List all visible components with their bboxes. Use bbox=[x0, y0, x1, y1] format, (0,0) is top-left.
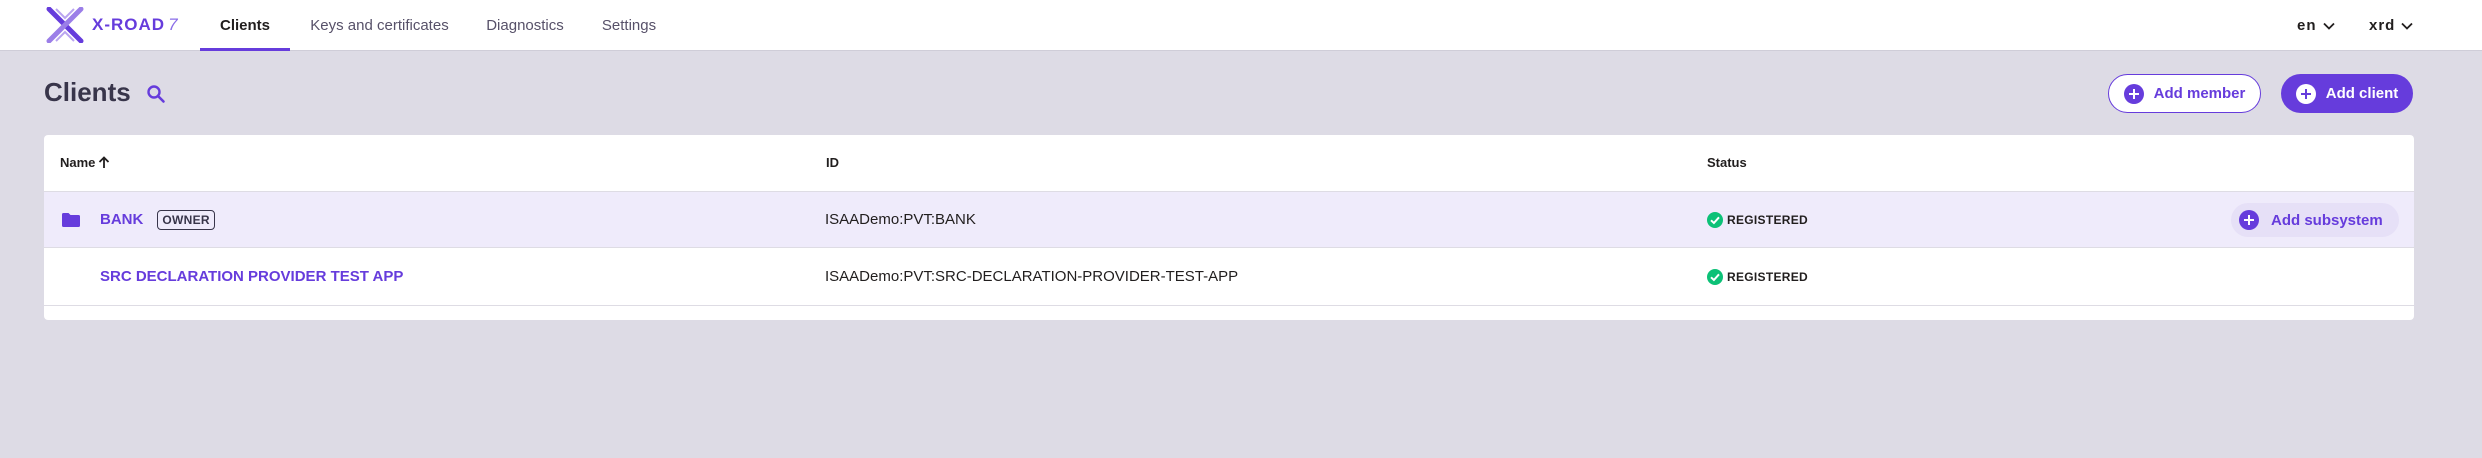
chevron-down-icon bbox=[2401, 22, 2413, 30]
status-cell: REGISTERED bbox=[1707, 248, 1808, 305]
user-label: xrd bbox=[2369, 17, 2396, 34]
language-label: en bbox=[2297, 17, 2317, 34]
owner-badge: OWNER bbox=[157, 209, 215, 230]
plus-circle-icon bbox=[2295, 83, 2316, 104]
brand-name: X-ROAD bbox=[92, 15, 166, 34]
tab-clients-label: Clients bbox=[219, 17, 270, 34]
tab-settings[interactable]: Settings bbox=[590, 0, 668, 51]
column-status-label: Status bbox=[1707, 155, 1747, 170]
page-title: Clients bbox=[44, 77, 131, 107]
arrow-up-icon bbox=[99, 156, 110, 168]
client-id-cell: ISAADemo:PVT:SRC-DECLARATION-PROVIDER-TE… bbox=[825, 268, 1239, 285]
chevron-down-icon bbox=[2322, 22, 2335, 30]
check-circle-icon bbox=[1707, 211, 1723, 228]
tab-diagnostics[interactable]: Diagnostics bbox=[474, 0, 576, 51]
clients-table: Name ID Status BANK OWNER ISAADemo:PVT:B… bbox=[44, 135, 2414, 320]
add-subsystem-label: Add subsystem bbox=[2271, 211, 2383, 229]
tab-diagnostics-label: Diagnostics bbox=[486, 17, 564, 34]
brand-version: 7 bbox=[168, 15, 179, 34]
table-row: SRC DECLARATION PROVIDER TEST APP ISAADe… bbox=[44, 248, 2414, 306]
check-circle-icon bbox=[1707, 268, 1723, 285]
plus-circle-icon bbox=[2123, 83, 2144, 104]
search-icon[interactable] bbox=[146, 84, 166, 109]
column-name-label: Name bbox=[60, 155, 96, 170]
column-id-label: ID bbox=[826, 155, 839, 170]
add-subsystem-button[interactable]: Add subsystem bbox=[2231, 203, 2399, 237]
status-label: REGISTERED bbox=[1727, 269, 1809, 284]
add-client-button[interactable]: Add client bbox=[2281, 74, 2413, 113]
column-header-name[interactable]: Name bbox=[60, 155, 110, 170]
user-menu[interactable]: xrd bbox=[2369, 0, 2413, 51]
add-client-label: Add client bbox=[2325, 85, 2399, 102]
tab-keys-label: Keys and certificates bbox=[310, 17, 449, 34]
status-cell: REGISTERED bbox=[1707, 192, 1808, 247]
language-menu[interactable]: en bbox=[2297, 0, 2335, 51]
plus-circle-icon bbox=[2239, 210, 2259, 230]
xroad-logo-icon bbox=[46, 7, 84, 43]
client-id-cell: ISAADemo:PVT:BANK bbox=[825, 211, 976, 228]
tab-settings-label: Settings bbox=[601, 17, 657, 34]
client-link-src-declaration[interactable]: SRC DECLARATION PROVIDER TEST APP bbox=[100, 268, 403, 285]
client-link-bank[interactable]: BANK bbox=[100, 211, 143, 228]
top-bar: X-ROAD 7 Clients Keys and certificates D… bbox=[0, 0, 2482, 51]
tab-clients[interactable]: Clients bbox=[200, 0, 290, 51]
add-member-label: Add member bbox=[2153, 85, 2246, 102]
tab-keys-and-certificates[interactable]: Keys and certificates bbox=[299, 0, 460, 51]
client-name-cell: BANK OWNER bbox=[100, 192, 215, 247]
app-logo[interactable]: X-ROAD 7 bbox=[46, 5, 179, 45]
column-header-status[interactable]: Status bbox=[1707, 155, 1747, 170]
status-label: REGISTERED bbox=[1727, 212, 1809, 227]
column-header-id[interactable]: ID bbox=[826, 155, 839, 170]
client-name-cell: SRC DECLARATION PROVIDER TEST APP bbox=[100, 248, 403, 305]
folder-icon bbox=[62, 192, 80, 247]
add-member-button[interactable]: Add member bbox=[2108, 74, 2261, 113]
table-row: BANK OWNER ISAADemo:PVT:BANK REGISTERED … bbox=[44, 192, 2414, 248]
